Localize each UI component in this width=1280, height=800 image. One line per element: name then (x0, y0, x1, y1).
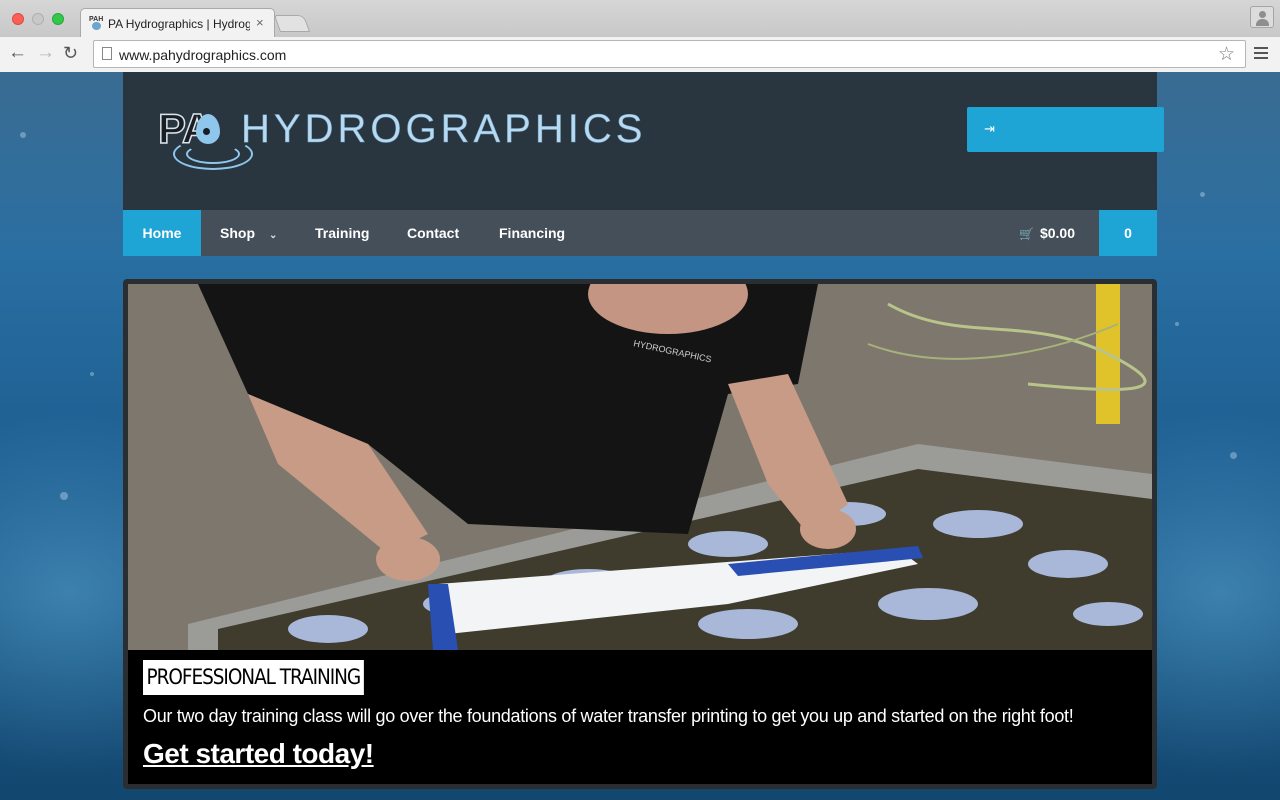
url-text: www.pahydrographics.com (119, 47, 287, 63)
cart-icon: 🛒 (1019, 227, 1034, 241)
nav-item-home[interactable]: Home (123, 210, 201, 256)
tab-strip: PAH PA Hydrographics | Hydrographics × (0, 0, 1280, 38)
login-button[interactable]: ⇥ (967, 107, 1164, 152)
nav-item-contact[interactable]: Contact (407, 210, 459, 256)
nav-item-financing[interactable]: Financing (499, 210, 565, 256)
get-started-link[interactable]: Get started today! (143, 738, 374, 770)
address-bar[interactable]: www.pahydrographics.com ☆ (93, 40, 1246, 68)
reload-icon[interactable]: ↻ (63, 43, 78, 63)
chevron-down-icon: ⌄ (269, 230, 278, 241)
bookmark-star-icon[interactable]: ☆ (1218, 43, 1235, 66)
browser-toolbar: ← → ↻ www.pahydrographics.com ☆ (0, 37, 1280, 72)
cart-total-link[interactable]: 🛒 $0.00 (1019, 210, 1075, 256)
cart-total: $0.00 (1039, 225, 1075, 241)
close-window-button[interactable] (12, 13, 24, 25)
minimize-window-button[interactable] (32, 13, 44, 25)
caption-text: Our two day training class will go over … (143, 706, 1074, 726)
forward-arrow-icon[interactable]: → (36, 43, 55, 63)
close-icon[interactable]: × (256, 15, 264, 30)
new-tab-button[interactable] (273, 15, 311, 32)
sign-in-icon: ⇥ (984, 121, 995, 136)
browser-chrome: PAH PA Hydrographics | Hydrographics × ←… (0, 0, 1280, 72)
browser-menu-icon[interactable] (1254, 47, 1268, 62)
ripple-icon (186, 144, 240, 164)
logo-name: HYDROGRAPHICS (241, 107, 647, 151)
training-photo: HYDROGRAPHICS (128, 284, 1152, 650)
main-navbar: Home Shop ⌄ Training Contact Financing 🛒 $… (123, 210, 1157, 256)
favicon-icon: PAH (89, 16, 105, 30)
caption-title: PROFESSIONAL TRAINING (143, 660, 364, 695)
training-photo-illustration: HYDROGRAPHICS (128, 284, 1152, 650)
hero-slide: HYDROGRAPHICS PROFESSIONAL TRAINING Our … (123, 279, 1157, 789)
browser-tab[interactable]: PAH PA Hydrographics | Hydrographics × (80, 8, 275, 38)
cart-count-badge[interactable]: 0 (1099, 210, 1157, 256)
nav-item-label: Shop (220, 225, 255, 241)
slide-caption: PROFESSIONAL TRAINING Our two day traini… (128, 650, 1152, 784)
nav-item-training[interactable]: Training (315, 210, 369, 256)
profile-icon[interactable] (1250, 6, 1274, 28)
maximize-window-button[interactable] (52, 13, 64, 25)
site-logo[interactable]: PA HYDROGRAPHICS (157, 107, 718, 178)
nav-item-shop[interactable]: Shop ⌄ (220, 210, 277, 256)
tab-title: PA Hydrographics | Hydrographics (108, 17, 250, 31)
back-arrow-icon[interactable]: ← (8, 43, 27, 63)
page-icon (102, 47, 112, 60)
